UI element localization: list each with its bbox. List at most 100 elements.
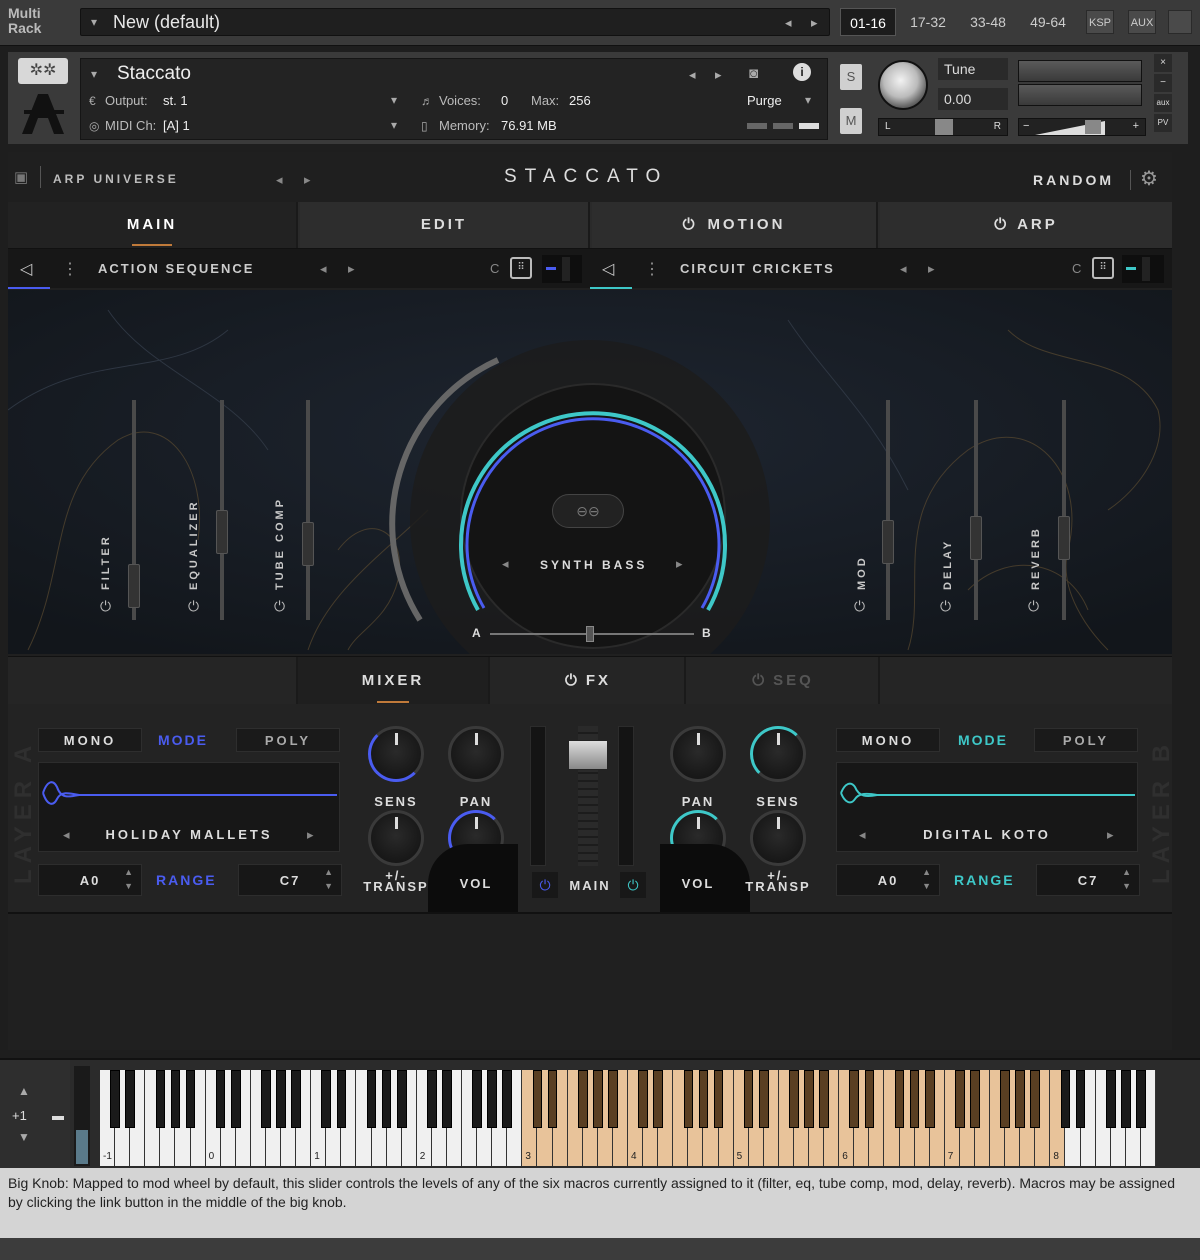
black-key[interactable] [276,1070,286,1128]
save-icon[interactable]: ▣ [14,168,28,186]
chevron-down-icon[interactable]: ▾ [805,93,811,107]
next-sequence-arrow-icon[interactable]: ▸ [928,261,935,277]
layer-a-speaker-tab[interactable]: ◁ [8,249,50,289]
more-icon[interactable]: ⋮ [62,259,78,279]
instrument-name[interactable]: Staccato [117,63,191,85]
random-button[interactable]: RANDOM [1033,172,1114,188]
black-key[interactable] [608,1070,618,1128]
black-key[interactable] [577,1070,588,1128]
tab-main[interactable]: MAIN [8,202,298,248]
power-icon[interactable]: ⏻ [994,216,1009,233]
black-key[interactable] [547,1070,558,1128]
tune-value[interactable]: 0.00 [938,88,1008,110]
midi-channel-value[interactable]: [A] 1 [163,118,190,133]
layer-b-speaker-tab[interactable]: ◁ [590,249,632,289]
prev-preset-arrow-icon[interactable]: ◂ [785,15,792,31]
black-key[interactable] [261,1070,271,1128]
next-sound-arrow-icon[interactable]: ▸ [676,556,683,572]
prev-sequence-arrow-icon[interactable]: ◂ [900,261,907,277]
stepper-icon[interactable]: ▲ ▼ [324,865,335,893]
black-key[interactable] [442,1070,452,1128]
power-icon[interactable]: ⏻ [188,598,199,615]
minus-icon[interactable]: − [1023,120,1029,132]
black-key[interactable] [849,1070,860,1128]
layer-b-sens-knob[interactable] [750,726,806,782]
layer-a-sequence-name[interactable]: ACTION SEQUENCE [98,261,254,276]
octave-up-icon[interactable]: ▲ [18,1084,30,1098]
power-icon[interactable]: ⏻ [100,598,111,615]
power-icon[interactable]: ⏻ [1028,598,1039,615]
mod-wheel[interactable] [74,1066,90,1166]
black-key[interactable] [593,1070,603,1128]
chevron-down-icon[interactable]: ▾ [391,118,397,132]
power-icon[interactable]: ⏻ [752,672,767,689]
pv-toggle[interactable]: PV [1154,114,1172,132]
ksp-button[interactable]: KSP [1086,10,1114,34]
pan-slider-handle[interactable] [935,119,953,135]
volume-slider-handle[interactable] [1085,120,1101,134]
pan-slider[interactable]: L R [878,118,1008,136]
tab-arp[interactable]: ⏻ ARP [880,202,1172,248]
power-icon[interactable]: ⏻ [940,598,951,615]
purge-button[interactable]: Purge [747,93,782,108]
layer-a-mono-button[interactable]: MONO [38,728,142,752]
power-icon[interactable]: ⏻ [620,872,646,898]
reverb-macro-handle[interactable] [1058,516,1070,560]
mod-macro-handle[interactable] [882,520,894,564]
aux-toggle[interactable]: aux [1154,94,1172,112]
power-icon[interactable]: ⏻ [565,672,580,689]
black-key[interactable] [683,1070,694,1128]
solo-button[interactable]: S [840,64,862,90]
layer-a-waveform[interactable]: ◂ HOLIDAY MALLETS ▸ [38,762,340,852]
camera-icon[interactable]: ◙ [749,65,758,82]
layer-b-range-low[interactable]: A0 ▲ ▼ [836,864,940,896]
close-icon[interactable]: × [1154,54,1172,72]
output-value[interactable]: st. 1 [163,93,188,108]
filter-macro-handle[interactable] [128,564,140,608]
black-key[interactable] [758,1070,769,1128]
black-key[interactable] [381,1070,392,1128]
link-icon[interactable]: ⊖⊖ [552,494,624,528]
max-voices-value[interactable]: 256 [569,93,591,108]
next-sequence-arrow-icon[interactable]: ▸ [348,261,355,277]
grid-icon[interactable]: ⠿ [510,257,532,279]
black-key[interactable] [1015,1070,1026,1128]
black-key[interactable] [955,1070,965,1128]
wrench-icon[interactable]: ✲✲ [18,58,68,84]
tab-fx[interactable]: ⏻ FX [492,657,686,705]
minimize-icon[interactable]: − [1154,74,1172,92]
black-key[interactable] [970,1070,980,1128]
gear-icon[interactable]: ⚙ [1140,166,1158,191]
black-key[interactable] [1060,1070,1071,1128]
ab-mix-handle[interactable] [586,626,594,642]
black-key[interactable] [215,1070,226,1128]
black-key[interactable] [110,1070,120,1128]
tube-comp-macro-slider[interactable] [306,400,310,620]
layer-a-transpose-knob[interactable] [368,810,424,866]
tab-seq[interactable]: ⏻ SEQ [688,657,880,705]
mod-macro-slider[interactable] [886,400,890,620]
black-key[interactable] [804,1070,814,1128]
rack-tab-33-48[interactable]: 33-48 [960,8,1016,36]
rack-tab-49-64[interactable]: 49-64 [1020,8,1076,36]
plus-icon[interactable]: + [1133,120,1139,132]
multi-preset-selector[interactable]: ▾ New (default) ◂ ▸ [80,8,830,36]
aux-button[interactable]: AUX [1128,10,1156,34]
next-preset-arrow-icon[interactable]: ▸ [811,15,818,31]
black-key[interactable] [864,1070,875,1128]
delay-macro-handle[interactable] [970,516,982,560]
black-key[interactable] [125,1070,135,1128]
stepper-icon[interactable]: ▲ ▼ [922,865,933,893]
black-key[interactable] [502,1070,513,1128]
stepper-icon[interactable]: ▲ ▼ [1122,865,1133,893]
black-key[interactable] [713,1070,724,1128]
black-key[interactable] [894,1070,905,1128]
black-key[interactable] [230,1070,241,1128]
reverb-macro-slider[interactable] [1062,400,1066,620]
tube-comp-macro-handle[interactable] [302,522,314,566]
rack-menu-button[interactable] [1168,10,1192,34]
layer-a-range-low[interactable]: A0 ▲ ▼ [38,864,142,896]
layer-b-waveform[interactable]: ◂ DIGITAL KOTO ▸ [836,762,1138,852]
info-icon[interactable]: i [793,63,811,81]
layer-b-transpose-knob[interactable] [750,810,806,866]
